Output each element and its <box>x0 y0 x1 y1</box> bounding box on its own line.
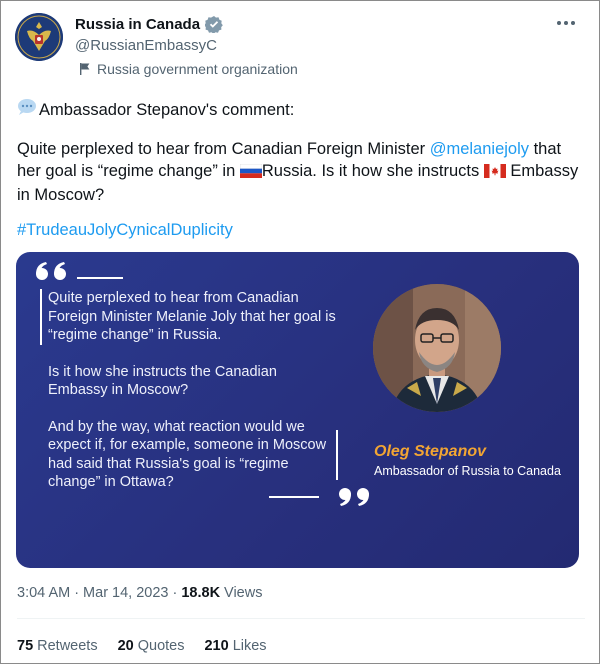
government-label-text: Russia government organization <box>97 61 298 77</box>
retweets-stat[interactable]: 75 Retweets <box>17 638 98 654</box>
quote-line-bottom <box>336 430 338 480</box>
ambassador-portrait <box>373 284 501 412</box>
retweets-label: Retweets <box>37 638 98 654</box>
quote-rule-top <box>77 277 123 279</box>
tweet-body-part-a: Quite perplexed to hear from Canadian Fo… <box>17 140 430 158</box>
hashtag-link[interactable]: #TrudeauJolyCynicalDuplicity <box>17 221 233 239</box>
meta-separator: · <box>172 585 178 601</box>
engagement-stats: 75 Retweets 20 Quotes 210 Likes <box>17 638 267 654</box>
canada-flag-icon <box>483 162 506 184</box>
stats-divider <box>17 618 585 619</box>
quote-paragraph-2: Is it how she instructs the Canadian Emb… <box>48 363 277 399</box>
speaker-title: Ambassador of Russia to Canada <box>374 464 561 478</box>
tweet-body-part-c: Russia. Is it how she instructs <box>261 162 484 180</box>
tweet-time[interactable]: 3:04 AM <box>17 585 70 601</box>
verified-badge-icon <box>204 15 223 34</box>
speaker-name: Oleg Stepanov <box>374 443 487 460</box>
more-options-icon[interactable] <box>557 19 577 27</box>
likes-stat[interactable]: 210 Likes <box>204 638 266 654</box>
quote-rule-bottom <box>269 496 319 498</box>
retweets-count: 75 <box>17 638 34 654</box>
tweet-intro: Ambassador Stepanov's comment: <box>39 101 295 119</box>
quote-image-card[interactable]: Quite perplexed to hear from Canadian Fo… <box>16 252 579 568</box>
quotes-stat[interactable]: 20 Quotes <box>118 638 185 654</box>
mention-link[interactable]: @melaniejoly <box>430 140 529 158</box>
government-label: Russia government organization <box>79 61 298 77</box>
quote-paragraph-1: Quite perplexed to hear from Canadian Fo… <box>48 290 336 343</box>
russia-flag-icon <box>239 162 263 184</box>
account-name-row: Russia in Canada <box>75 15 223 34</box>
open-quote-icon <box>34 260 70 291</box>
government-flag-icon <box>79 62 91 76</box>
tweet-timestamp-row: 3:04 AM · Mar 14, 2023 · 18.8K Views <box>17 585 262 601</box>
speech-bubble-icon <box>17 98 37 122</box>
account-avatar[interactable] <box>15 13 63 61</box>
tweet-body: Quite perplexed to hear from Canadian Fo… <box>17 138 587 206</box>
quote-line-top <box>40 289 42 345</box>
account-handle[interactable]: @RussianEmbassyC <box>75 37 217 54</box>
quotes-label: Quotes <box>137 638 185 654</box>
quote-text-block: Quite perplexed to hear from Canadian Fo… <box>48 289 338 510</box>
close-quote-icon <box>335 484 371 515</box>
meta-separator: · <box>74 585 80 601</box>
tweet-date[interactable]: Mar 14, 2023 <box>83 585 168 601</box>
tweet-hashtag-line: #TrudeauJolyCynicalDuplicity <box>17 219 233 241</box>
account-display-name[interactable]: Russia in Canada <box>75 16 200 33</box>
likes-count: 210 <box>204 638 229 654</box>
quotes-count: 20 <box>117 638 134 654</box>
views-count: 18.8K <box>181 585 221 601</box>
tweet-card: Russia in Canada @RussianEmbassyC Russia… <box>0 0 600 664</box>
views-label: Views <box>224 585 263 601</box>
quote-paragraph-3: And by the way, what reaction would we e… <box>48 418 327 491</box>
likes-label: Likes <box>232 638 267 654</box>
tweet-intro-line: Ambassador Stepanov's comment: <box>17 98 294 122</box>
